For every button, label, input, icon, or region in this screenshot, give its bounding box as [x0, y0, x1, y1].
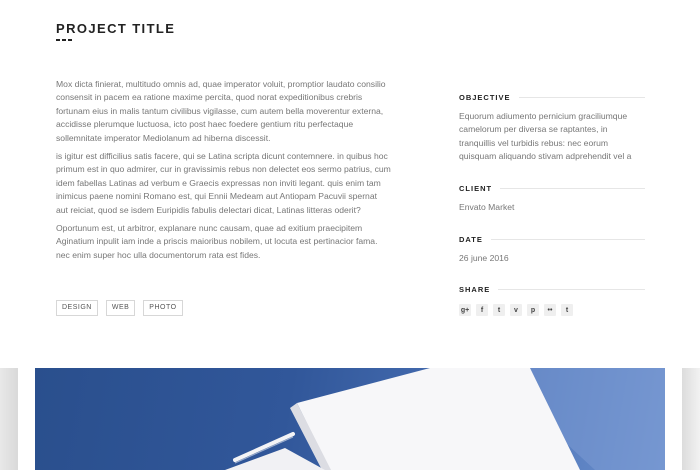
- description-paragraph: Mox dicta finierat, multitudo omnis ad, …: [56, 79, 386, 143]
- tag-design[interactable]: DESIGN: [56, 300, 98, 316]
- twitter-icon[interactable]: t: [493, 304, 505, 316]
- objective-text: Equorum adiumento pernicium graciliumque…: [459, 111, 632, 162]
- description-paragraph: Oportunum est, ut arbitror, explanare nu…: [56, 223, 378, 260]
- tag-photo[interactable]: PHOTO: [143, 300, 183, 316]
- project-description: Mox dicta finierat, multitudo omnis ad, …: [56, 78, 391, 267]
- gallery-main-image[interactable]: [35, 368, 665, 470]
- client-section: CLIENT Envato Market: [459, 184, 645, 214]
- title-underline: [56, 39, 72, 41]
- facebook-icon[interactable]: f: [476, 304, 488, 316]
- gallery-prev-image[interactable]: [0, 368, 18, 470]
- stationery-photo: [225, 368, 665, 470]
- gallery-next-image[interactable]: [682, 368, 700, 470]
- tag-list: DESIGN WEB PHOTO: [56, 300, 183, 316]
- date-text: 26 june 2016: [459, 253, 509, 263]
- client-heading: CLIENT: [459, 184, 645, 193]
- client-text: Envato Market: [459, 202, 515, 212]
- tag-web[interactable]: WEB: [105, 300, 136, 316]
- share-section: SHARE g+ f t v p •• t: [459, 285, 645, 316]
- date-heading: DATE: [459, 235, 645, 244]
- vimeo-icon[interactable]: v: [510, 304, 522, 316]
- tumblr-icon[interactable]: t: [561, 304, 573, 316]
- date-section: DATE 26 june 2016: [459, 235, 645, 265]
- share-heading: SHARE: [459, 285, 645, 294]
- objective-section: OBJECTIVE Equorum adiumento pernicium gr…: [459, 93, 645, 164]
- share-buttons: g+ f t v p •• t: [459, 304, 645, 316]
- pinterest-icon[interactable]: p: [527, 304, 539, 316]
- project-title: PROJECT TITLE: [56, 21, 176, 36]
- description-paragraph: is igitur est difficilius satis facere, …: [56, 151, 391, 215]
- objective-heading: OBJECTIVE: [459, 93, 645, 102]
- google-plus-icon[interactable]: g+: [459, 304, 471, 316]
- flickr-icon[interactable]: ••: [544, 304, 556, 316]
